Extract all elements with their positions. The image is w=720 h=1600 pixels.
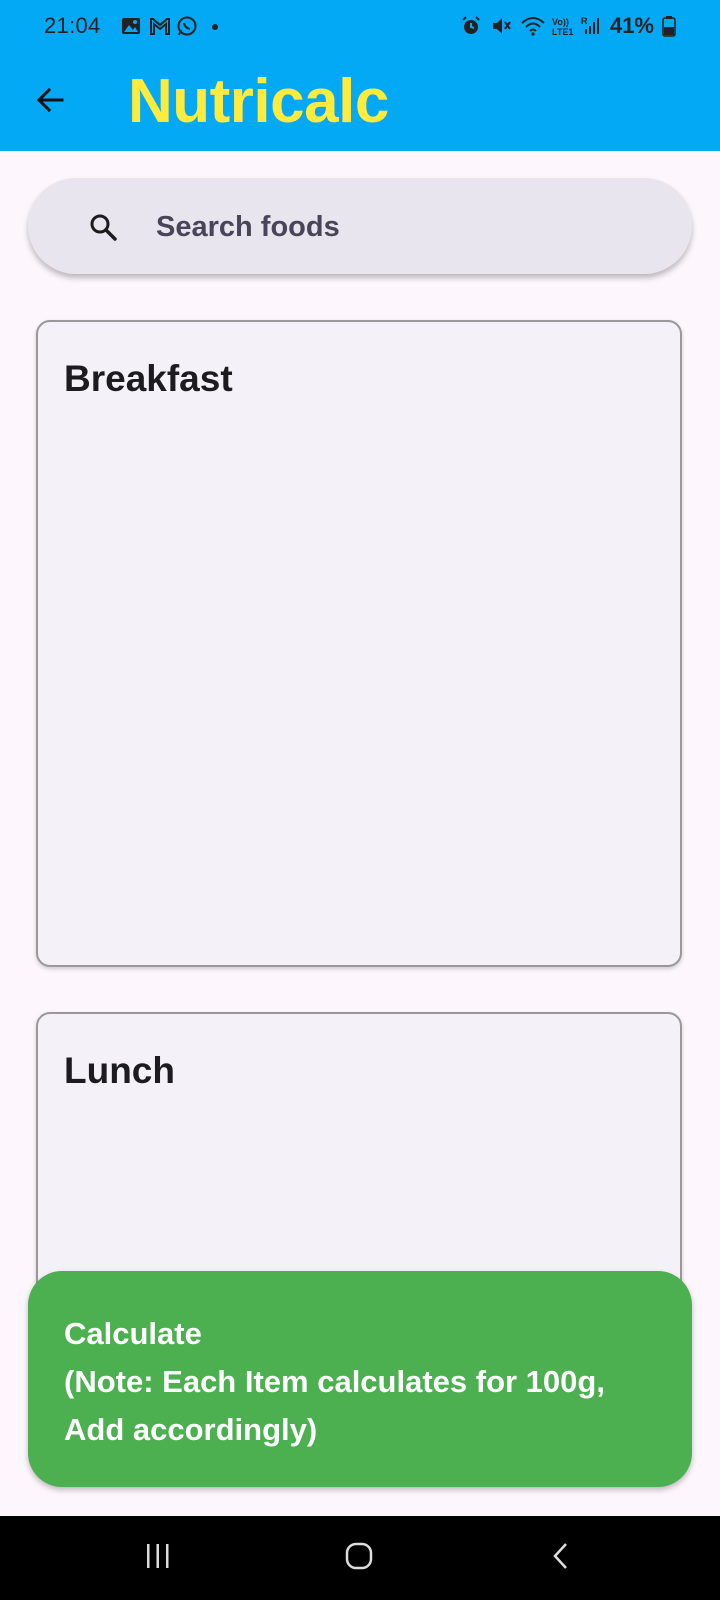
gallery-icon: [120, 15, 142, 37]
battery-percent: 41%: [609, 13, 654, 38]
mute-icon: [490, 15, 512, 37]
whatsapp-icon: [176, 15, 198, 37]
meal-title-breakfast: Breakfast: [64, 358, 233, 399]
back-button[interactable]: [30, 82, 70, 122]
nav-back-button[interactable]: [538, 1534, 586, 1582]
search-bar[interactable]: [28, 178, 692, 274]
calculate-note-line1: (Note: Each Item calculates for 100g,: [64, 1364, 605, 1399]
svg-text:LTE1: LTE1: [552, 27, 573, 37]
dot-icon: [204, 15, 226, 37]
gmail-icon: [148, 15, 170, 37]
status-time: 21:04: [44, 13, 101, 38]
status-bar: 21:04 Vo)) LTE1 R 41%: [0, 0, 720, 56]
wifi-icon: [520, 15, 545, 37]
home-button[interactable]: [335, 1534, 383, 1582]
recent-apps-icon: [143, 1541, 173, 1576]
calculate-label: Calculate: [64, 1316, 202, 1351]
recent-apps-button[interactable]: [134, 1534, 182, 1582]
app-title: Nutricalc: [128, 67, 389, 136]
back-icon: [547, 1541, 577, 1576]
search-input[interactable]: [154, 204, 678, 250]
svg-text:R: R: [581, 16, 588, 26]
calculate-button[interactable]: Calculate (Note: Each Item calculates fo…: [28, 1271, 692, 1487]
battery-icon: [662, 15, 676, 37]
system-nav-bar: [0, 1516, 720, 1600]
search-icon: [88, 212, 118, 242]
calculate-note-line2: Add accordingly): [64, 1412, 318, 1447]
arrow-back-icon: [34, 84, 66, 121]
home-icon: [343, 1540, 375, 1577]
volte-icon: Vo)) LTE1: [550, 15, 573, 37]
meal-title-lunch: Lunch: [64, 1050, 175, 1091]
alarm-icon: [460, 15, 482, 37]
signal-icon: R: [580, 15, 602, 37]
app-bar: 21:04 Vo)) LTE1 R 41% Nutricalc: [0, 0, 720, 151]
meal-card-breakfast: Breakfast: [36, 320, 682, 967]
svg-text:Vo)): Vo)): [552, 17, 569, 27]
